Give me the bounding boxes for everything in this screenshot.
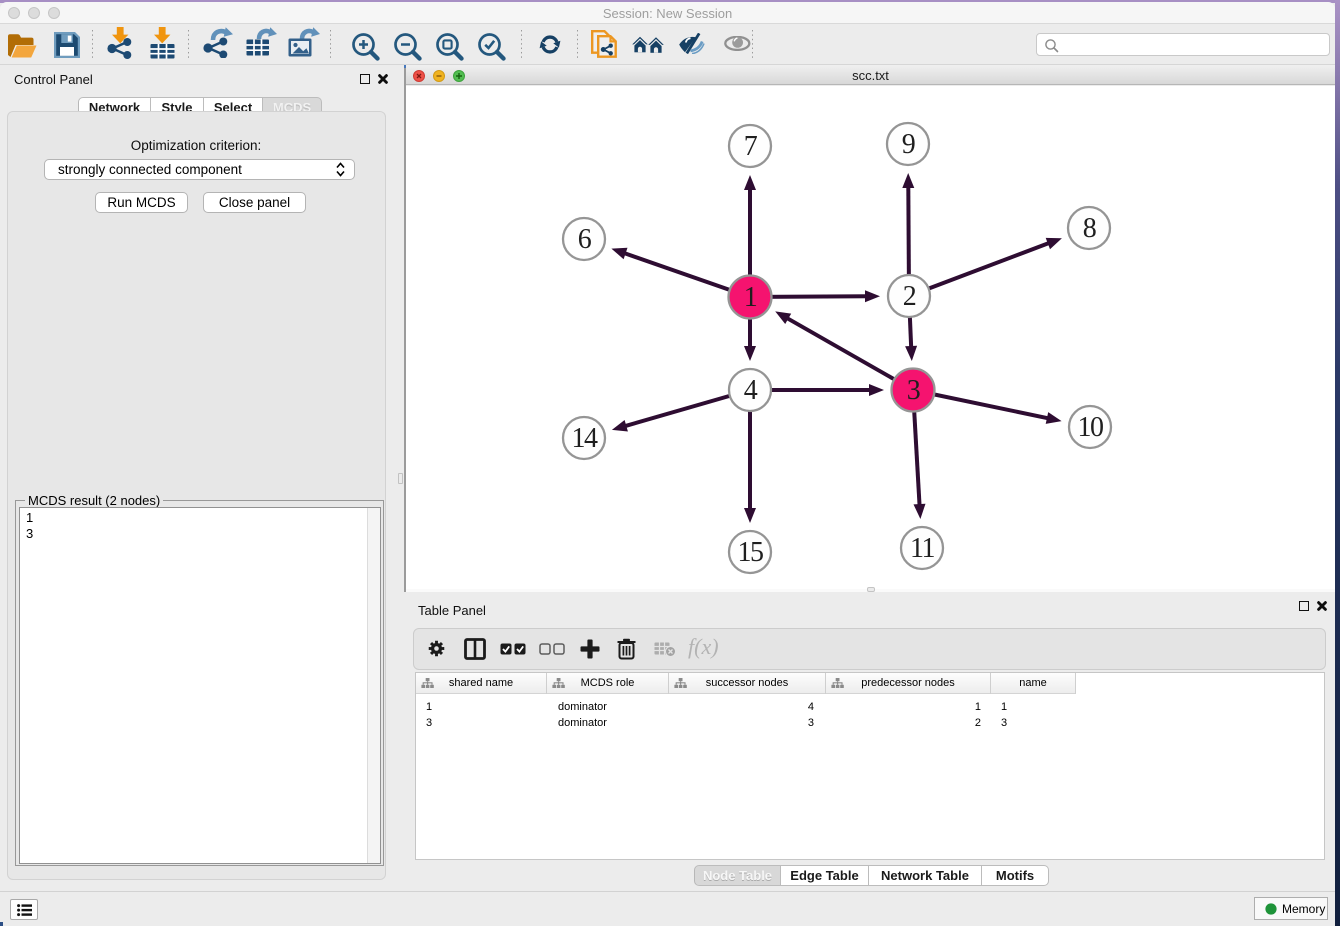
svg-text:11: 11 [910, 533, 934, 564]
svg-text:15: 15 [738, 537, 764, 568]
svg-text:10: 10 [1078, 412, 1104, 443]
svg-text:3: 3 [907, 375, 920, 406]
svg-text:6: 6 [578, 224, 592, 255]
svg-text:4: 4 [744, 375, 758, 406]
svg-text:8: 8 [1083, 213, 1096, 244]
svg-text:1: 1 [744, 282, 757, 313]
svg-text:2: 2 [903, 281, 916, 312]
svg-text:14: 14 [572, 423, 599, 454]
svg-text:9: 9 [902, 129, 915, 160]
svg-text:7: 7 [744, 131, 758, 162]
